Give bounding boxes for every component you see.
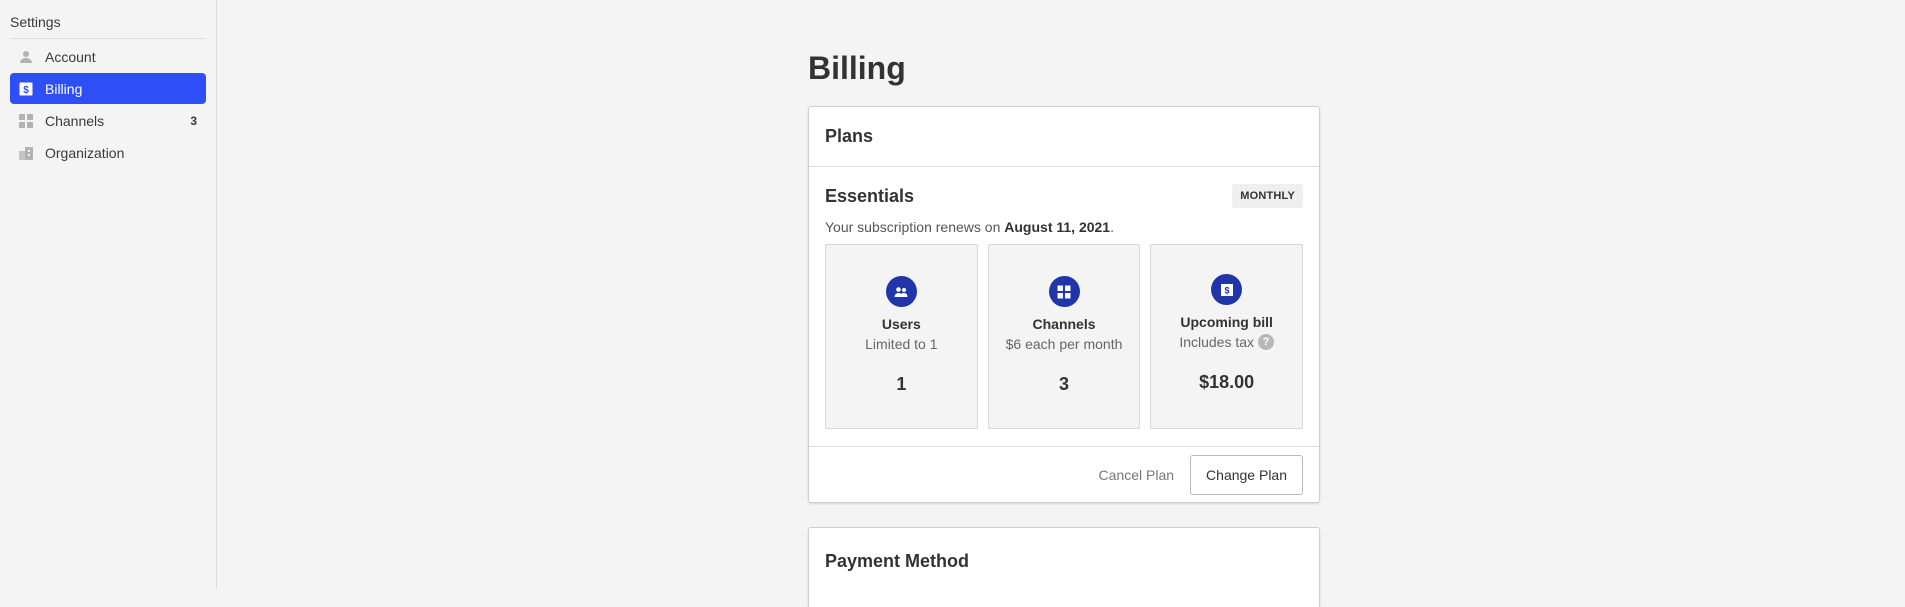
- renewal-prefix: Your subscription renews on: [825, 219, 1005, 235]
- tile-title: Channels: [1032, 316, 1096, 332]
- cancel-plan-button[interactable]: Cancel Plan: [1091, 457, 1183, 493]
- users-icon: [885, 276, 917, 307]
- grid-icon: [19, 113, 33, 128]
- renewal-text: Your subscription renews on August 11, 2…: [825, 219, 1303, 235]
- sidebar-item-label: Account: [45, 48, 96, 65]
- building-icon: [19, 146, 33, 160]
- payment-method-heading: Payment Method: [825, 551, 970, 571]
- sidebar-item-channels[interactable]: Channels 3: [10, 105, 206, 136]
- sidebar-item-label: Organization: [45, 144, 125, 161]
- tile-subtitle: Includes tax: [1179, 334, 1255, 350]
- channels-tile: Channels $6 each per month 3: [987, 244, 1141, 429]
- person-icon: [19, 50, 33, 64]
- payment-method-card: Payment Method: [808, 527, 1320, 607]
- tile-title: Upcoming bill: [1180, 314, 1273, 330]
- billing-content: Billing Plans Essentials MONTHLY Your su…: [808, 0, 1320, 607]
- plan-body: Essentials MONTHLY Your subscription ren…: [809, 167, 1319, 446]
- page-title: Billing: [808, 50, 906, 86]
- plan-stats: Users Limited to 1 1 Channels $6 each pe…: [825, 244, 1304, 429]
- tile-value: $18.00: [1199, 372, 1255, 392]
- plan-actions: Cancel Plan Change Plan: [809, 446, 1319, 502]
- users-tile: Users Limited to 1 1: [825, 244, 978, 429]
- sidebar-item-organization[interactable]: Organization: [10, 137, 206, 168]
- svg-text:$: $: [1224, 285, 1229, 295]
- plans-heading: Plans: [809, 107, 1319, 167]
- channels-count-badge: 3: [190, 113, 197, 128]
- upcoming-bill-tile: $ Upcoming bill Includes tax ? $18.00: [1150, 244, 1304, 429]
- main-area: Billing Plans Essentials MONTHLY Your su…: [218, 0, 1905, 607]
- renewal-suffix: .: [1110, 219, 1114, 235]
- tile-subtitle: Limited to 1: [865, 336, 938, 352]
- tile-value: 3: [1059, 374, 1070, 394]
- tile-title: Users: [881, 316, 921, 332]
- sidebar-item-label: Billing: [45, 80, 83, 97]
- sidebar-item-billing[interactable]: $ Billing: [10, 73, 206, 104]
- plan-header-row: Essentials MONTHLY: [825, 183, 1303, 209]
- plans-card: Plans Essentials MONTHLY Your subscripti…: [808, 106, 1320, 503]
- dollar-bill-icon: $: [19, 82, 33, 96]
- renewal-date: August 11, 2021: [1004, 219, 1111, 235]
- billing-cycle-badge: MONTHLY: [1232, 184, 1303, 208]
- grid-icon: [1048, 276, 1080, 307]
- tile-subtitle: $6 each per month: [1005, 336, 1123, 352]
- dollar-bill-icon: $: [1211, 274, 1243, 305]
- settings-sidebar: Settings Account $ Billing Channels 3 Or…: [0, 0, 217, 589]
- sidebar-title: Settings: [10, 0, 206, 39]
- sidebar-item-label: Channels: [45, 112, 105, 129]
- change-plan-button[interactable]: Change Plan: [1190, 454, 1303, 495]
- help-icon[interactable]: ?: [1258, 334, 1275, 350]
- tile-subtitle-row: Includes tax ?: [1151, 334, 1302, 350]
- svg-text:$: $: [23, 85, 29, 96]
- plan-name: Essentials: [825, 185, 915, 206]
- sidebar-item-account[interactable]: Account: [10, 41, 206, 72]
- tile-value: 1: [896, 374, 907, 394]
